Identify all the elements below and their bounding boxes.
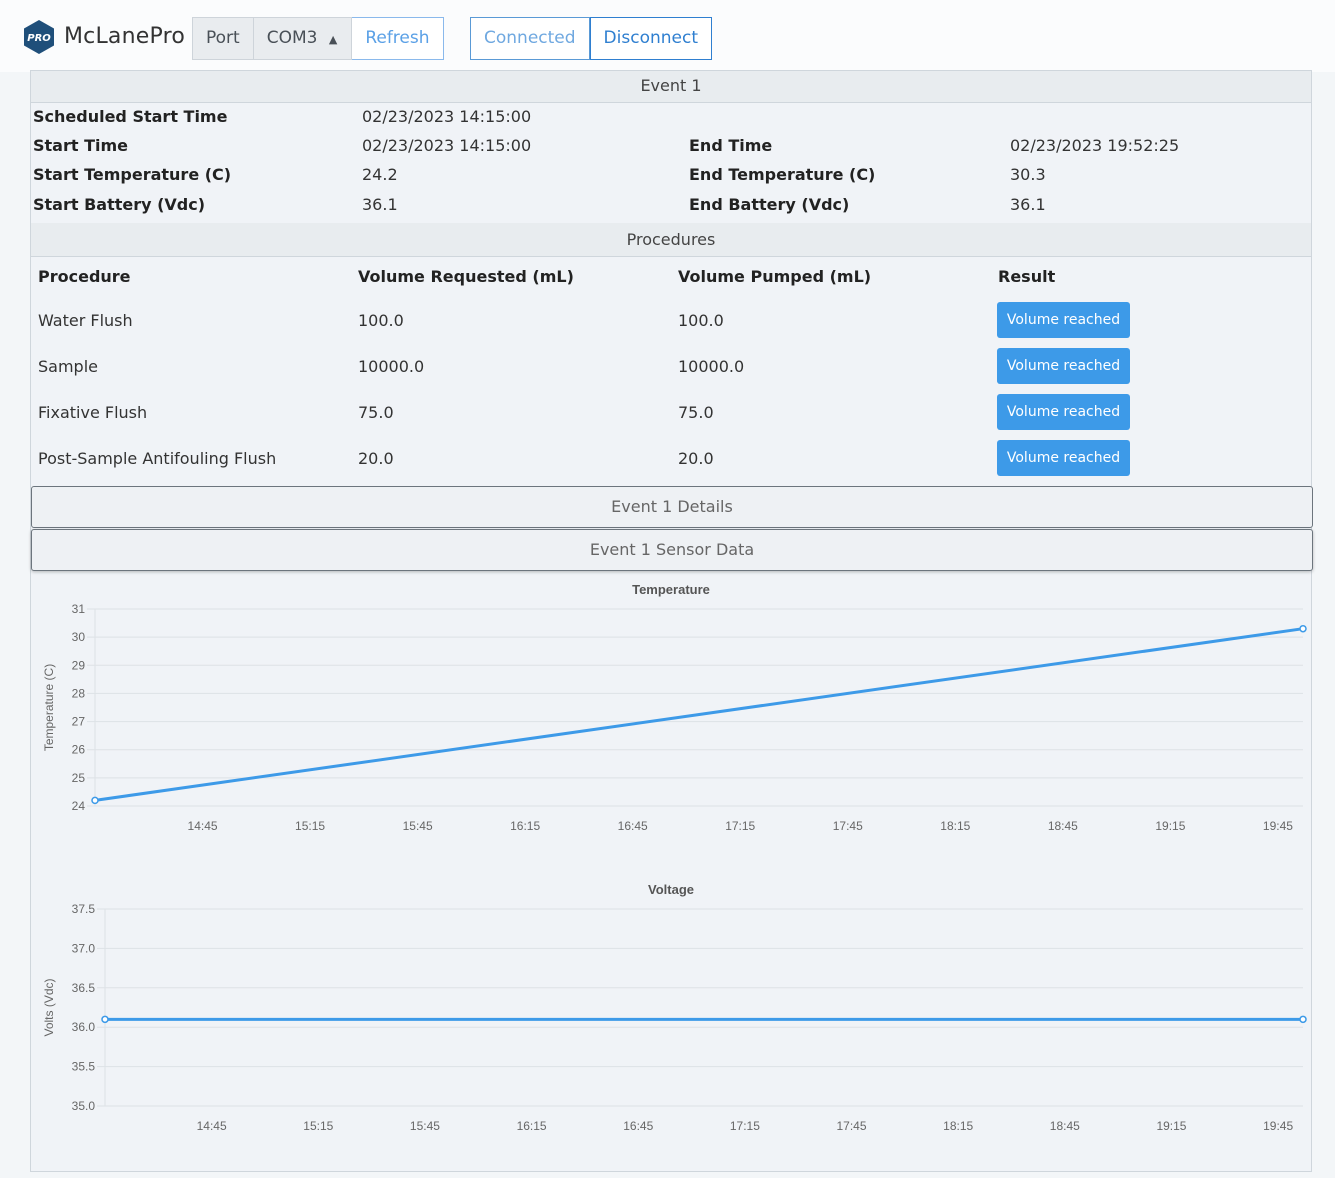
x-tick-label: 17:45 [833, 819, 863, 833]
y-tick-label: 36.5 [72, 981, 96, 995]
event-details-button[interactable]: Event 1 Details [31, 486, 1313, 528]
chart-title: Voltage [648, 882, 694, 897]
y-tick-label: 31 [72, 602, 86, 616]
x-tick-label: 18:15 [943, 1119, 973, 1133]
x-tick-label: 18:45 [1048, 819, 1078, 833]
volume-requested: 75.0 [358, 403, 394, 422]
sensor-data-button[interactable]: Event 1 Sensor Data [31, 529, 1313, 571]
refresh-button[interactable]: Refresh [352, 17, 444, 60]
series-line [94, 627, 1304, 802]
y-tick-label: 29 [72, 658, 86, 672]
connected-button[interactable]: Connected [470, 17, 590, 60]
x-tick-label: 19:45 [1263, 819, 1293, 833]
brand-name: McLanePro [64, 24, 185, 49]
col-header-procedure: Procedure [38, 267, 131, 286]
end-temp-label: End Temperature (C) [689, 165, 876, 184]
top-bar: PRO McLanePro Port COM3 ▲ Refresh Connec… [0, 0, 1335, 72]
end-battery-value: 36.1 [1010, 195, 1046, 214]
x-tick-label: 14:45 [197, 1119, 227, 1133]
y-tick-label: 25 [72, 771, 86, 785]
y-axis-label: Temperature (C) [42, 664, 56, 751]
event-panel: Event 1 Scheduled Start Time 02/23/2023 … [30, 70, 1313, 1172]
start-temp-label: Start Temperature (C) [33, 165, 232, 184]
connection-group: Connected Disconnect [470, 17, 712, 60]
logo-text: PRO [27, 33, 51, 44]
data-point [101, 1015, 109, 1024]
y-tick-label: 26 [72, 743, 86, 757]
x-tick-label: 19:15 [1155, 819, 1185, 833]
data-point [91, 796, 99, 805]
volume-requested: 20.0 [358, 449, 394, 468]
y-axis-label: Volts (Vdc) [42, 978, 56, 1036]
event-title: Event 1 [31, 71, 1311, 103]
procedure-name: Sample [38, 357, 98, 376]
x-tick-label: 15:15 [295, 819, 325, 833]
port-group: Port COM3 ▲ Refresh [192, 17, 444, 60]
y-tick-label: 30 [72, 630, 86, 644]
x-tick-label: 17:15 [730, 1119, 760, 1133]
voltage-chart: Voltage Volts (Vdc) 35.0 35.5 36.0 36.5 37.0 37… [42, 882, 1307, 1133]
x-tick-label: 15:15 [303, 1119, 333, 1133]
x-tick-label: 16:45 [623, 1119, 653, 1133]
mclane-logo-icon: PRO [24, 20, 54, 54]
y-tick-label: 35.5 [72, 1060, 96, 1074]
x-tick-label: 16:45 [618, 819, 648, 833]
x-tick-label: 18:15 [940, 819, 970, 833]
procedure-name: Post-Sample Antifouling Flush [38, 449, 277, 468]
sort-arrows-icon: ▲ [328, 33, 338, 46]
col-header-result: Result [998, 267, 1056, 286]
chart-title: Temperature [632, 582, 710, 597]
volume-requested: 10000.0 [358, 357, 425, 376]
volume-pumped: 10000.0 [678, 357, 745, 376]
volume-pumped: 100.0 [678, 311, 724, 330]
x-tick-label: 16:15 [510, 819, 540, 833]
start-time-label: Start Time [33, 136, 128, 155]
port-select-value: COM3 [266, 28, 318, 48]
y-tick-label: 37.5 [72, 902, 96, 916]
scheduled-start-label: Scheduled Start Time [33, 107, 228, 126]
start-temp-value: 24.2 [362, 165, 398, 184]
disconnect-button[interactable]: Disconnect [589, 17, 712, 60]
x-tick-label: 14:45 [188, 819, 218, 833]
port-label: Port [192, 17, 254, 60]
procedure-name: Water Flush [38, 311, 133, 330]
x-tick-label: 19:45 [1263, 1119, 1293, 1133]
y-tick-label: 37.0 [72, 941, 96, 955]
end-battery-label: End Battery (Vdc) [689, 195, 850, 214]
end-time-value: 02/23/2023 19:52:25 [1010, 136, 1180, 155]
result-badge[interactable]: Volume reached [997, 394, 1130, 430]
volume-requested: 100.0 [358, 311, 404, 330]
y-tick-label: 27 [72, 715, 86, 729]
start-battery-value: 36.1 [362, 195, 398, 214]
col-header-pumped: Volume Pumped (mL) [678, 267, 872, 286]
x-tick-label: 17:15 [725, 819, 755, 833]
x-tick-label: 19:15 [1156, 1119, 1186, 1133]
volume-pumped: 20.0 [678, 449, 714, 468]
scheduled-start-value: 02/23/2023 14:15:00 [362, 107, 532, 126]
end-time-label: End Time [689, 136, 773, 155]
x-tick-label: 15:45 [410, 1119, 440, 1133]
x-tick-label: 18:45 [1050, 1119, 1080, 1133]
start-battery-label: Start Battery (Vdc) [33, 195, 206, 214]
col-header-requested: Volume Requested (mL) [358, 267, 574, 286]
result-badge[interactable]: Volume reached [997, 348, 1130, 384]
x-tick-label: 15:45 [403, 819, 433, 833]
end-temp-value: 30.3 [1010, 165, 1046, 184]
y-tick-label: 28 [72, 686, 86, 700]
volume-pumped: 75.0 [678, 403, 714, 422]
port-select[interactable]: COM3 ▲ [253, 17, 353, 60]
y-tick-label: 24 [72, 799, 86, 813]
x-tick-label: 16:15 [517, 1119, 547, 1133]
data-point [1299, 624, 1307, 633]
temperature-chart: Temperature Temperature (C) 24 25 26 27 28 29 30… [42, 582, 1307, 833]
result-badge[interactable]: Volume reached [997, 440, 1130, 476]
start-time-value: 02/23/2023 14:15:00 [362, 136, 532, 155]
procedures-title: Procedures [31, 223, 1311, 257]
data-point [1299, 1015, 1307, 1024]
procedure-name: Fixative Flush [38, 403, 148, 422]
y-tick-label: 36.0 [72, 1020, 96, 1034]
y-tick-label: 35.0 [72, 1099, 96, 1113]
result-badge[interactable]: Volume reached [997, 302, 1130, 338]
x-tick-label: 17:45 [837, 1119, 867, 1133]
